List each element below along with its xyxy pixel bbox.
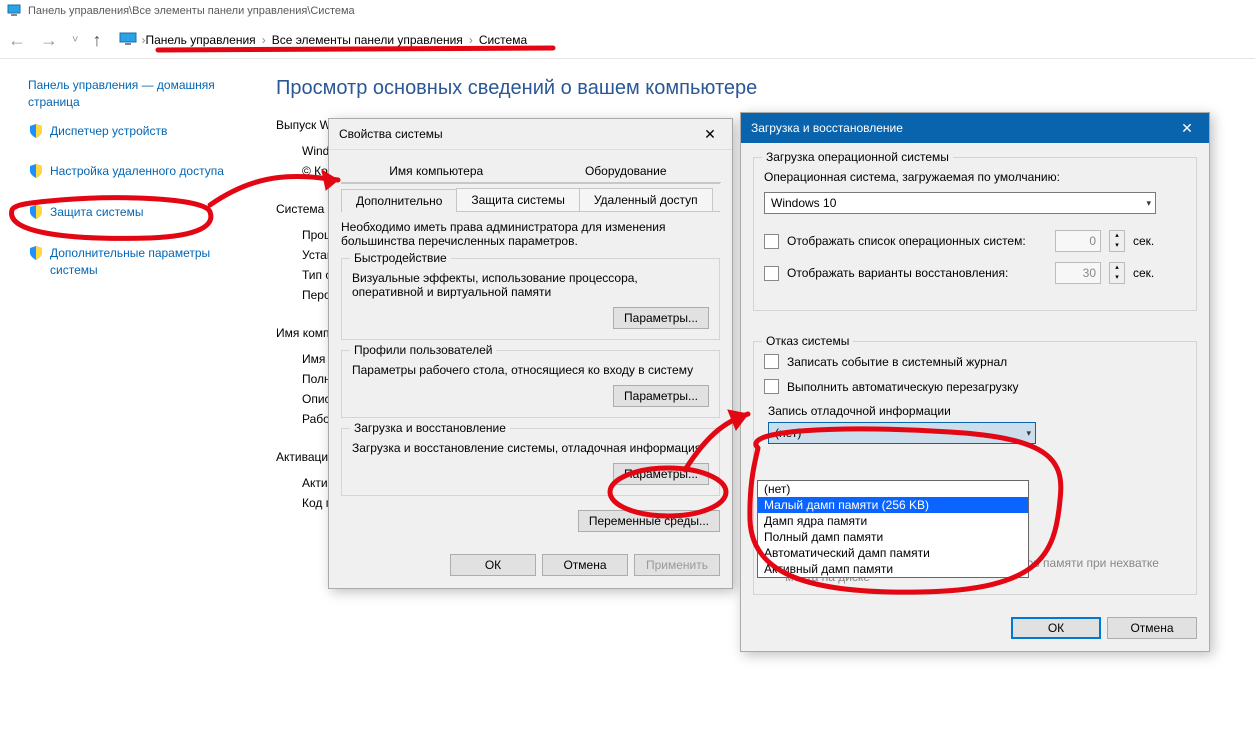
admin-note: Необходимо иметь права администратора дл… [341,220,720,248]
sidebar-item-label[interactable]: Дополнительные параметры системы [50,245,238,279]
cancel-button[interactable]: Отмена [1107,617,1197,639]
dump-option[interactable]: Полный дамп памяти [758,529,1028,545]
shield-icon [28,245,44,261]
dialog-titlebar[interactable]: Загрузка и восстановление ✕ [741,113,1209,143]
apply-button: Применить [634,554,720,576]
shield-icon [28,163,44,179]
dump-option-selected[interactable]: Малый дамп памяти (256 KB) [758,497,1028,513]
profiles-settings-button[interactable]: Параметры... [613,385,709,407]
close-icon[interactable]: ✕ [1165,113,1209,143]
crumb-sep-1: › [262,33,266,47]
dump-select-value: (нет) [775,426,801,440]
checkbox-show-os-list[interactable] [764,234,779,249]
startup-settings-button[interactable]: Параметры... [613,463,709,485]
sidebar-item-remote[interactable]: Настройка удаленного доступа [28,163,238,192]
log-event-label: Записать событие в системный журнал [787,355,1007,369]
default-os-select[interactable]: Windows 10 ▾ [764,192,1156,214]
dialog-title: Загрузка и восстановление [751,121,903,135]
shield-icon [28,123,44,139]
sidebar-item-device-manager[interactable]: Диспетчер устройств [28,123,238,152]
tab-computer-name[interactable]: Имя компьютера [341,160,532,183]
show-recovery-label: Отображать варианты восстановления: [787,266,1047,280]
window-title-text: Панель управления\Все элементы панели уп… [28,5,355,17]
checkbox-log-event[interactable] [764,354,779,369]
group-legend: Отказ системы [762,334,853,348]
chevron-down-icon: ▾ [1146,198,1151,209]
crumb-all-items[interactable]: Все элементы панели управления [272,33,463,47]
auto-restart-label: Выполнить автоматическую перезагрузку [787,380,1019,394]
startup-desc: Загрузка и восстановление системы, отлад… [352,441,709,455]
sidebar-item-label[interactable]: Диспетчер устройств [50,123,167,140]
tab-hardware[interactable]: Оборудование [531,160,722,183]
nav-up-icon[interactable]: ↑ [92,30,101,51]
default-os-value: Windows 10 [771,196,836,210]
cancel-button[interactable]: Отмена [542,554,628,576]
sidebar-item-advanced[interactable]: Дополнительные параметры системы [28,245,238,291]
dialog-title: Свойства системы [339,127,443,141]
checkbox-show-recovery[interactable] [764,266,779,281]
recovery-spinner[interactable]: ▴▾ [1109,262,1125,284]
group-profiles: Профили пользователей Параметры рабочего… [341,350,720,418]
page-title: Просмотр основных сведений о вашем компь… [276,77,1235,100]
checkbox-auto-restart[interactable] [764,379,779,394]
group-legend: Загрузка и восстановление [350,421,510,435]
group-legend: Загрузка операционной системы [762,150,953,164]
dump-select[interactable]: (нет) ▾ [768,422,1036,444]
sec-unit: сек. [1133,234,1154,248]
dump-option[interactable]: Дамп ядра памяти [758,513,1028,529]
group-startup-recovery: Загрузка и восстановление Загрузка и вос… [341,428,720,496]
window-title-bar: Панель управления\Все элементы панели уп… [0,0,1255,22]
group-legend: Быстродействие [350,251,451,265]
crumb-control-panel[interactable]: Панель управления [145,33,255,47]
sec-unit: сек. [1133,266,1154,280]
sidebar-item-protection[interactable]: Защита системы [28,204,238,233]
nav-bar: ← → ˅ ↑ › Панель управления › Все элемен… [0,22,1255,59]
perf-settings-button[interactable]: Параметры... [613,307,709,329]
monitor-icon [6,3,22,19]
perf-desc: Визуальные эффекты, использование процес… [352,271,709,299]
tab-remote[interactable]: Удаленный доступ [579,188,713,211]
close-icon[interactable]: ✕ [688,119,732,149]
dump-option[interactable]: Активный дамп памяти [758,561,1028,577]
nav-arrows: ← → ˅ ↑ [8,30,111,51]
dump-option[interactable]: (нет) [758,481,1028,497]
sidebar: Панель управления — домашняя страница Ди… [0,59,252,516]
shield-icon [28,204,44,220]
crumb-system[interactable]: Система [479,33,527,47]
dump-dropdown-list[interactable]: (нет) Малый дамп памяти (256 KB) Дамп яд… [757,480,1029,578]
breadcrumb: Панель управления › Все элементы панели … [145,33,527,47]
ok-button[interactable]: ОК [1011,617,1101,639]
nav-back-icon[interactable]: ← [8,30,26,51]
group-os-startup: Загрузка операционной системы Операционн… [753,157,1197,311]
tab-advanced[interactable]: Дополнительно [341,189,457,212]
sidebar-item-label[interactable]: Настройка удаленного доступа [50,163,224,180]
show-os-list-label: Отображать список операционных систем: [787,234,1047,248]
os-list-spinner[interactable]: ▴▾ [1109,230,1125,252]
profiles-desc: Параметры рабочего стола, относящиеся ко… [352,363,709,377]
nav-recent-icon[interactable]: ˅ [72,34,78,46]
ok-button[interactable]: ОК [450,554,536,576]
tab-strip-row1: Имя компьютера Оборудование [341,160,720,184]
dialog-titlebar[interactable]: Свойства системы ✕ [329,119,732,150]
sidebar-home[interactable]: Панель управления — домашняя страница [28,77,238,111]
address-monitor-icon [119,32,137,49]
group-performance: Быстродействие Визуальные эффекты, испол… [341,258,720,340]
crumb-sep-2: › [469,33,473,47]
tab-strip-row2: Дополнительно Защита системы Удаленный д… [341,188,720,212]
sidebar-item-label[interactable]: Защита системы [50,204,143,221]
group-legend: Профили пользователей [350,343,496,357]
chevron-down-icon: ▾ [1026,428,1031,439]
env-vars-button[interactable]: Переменные среды... [578,510,720,532]
dump-option[interactable]: Автоматический дамп памяти [758,545,1028,561]
dialog-system-properties: Свойства системы ✕ Имя компьютера Оборуд… [328,118,733,589]
os-list-seconds[interactable]: 0 [1055,230,1101,252]
nav-forward-icon[interactable]: → [40,30,58,51]
default-os-label: Операционная система, загружаемая по умо… [764,170,1186,184]
dump-info-label: Запись отладочной информации [768,404,1186,418]
recovery-seconds[interactable]: 30 [1055,262,1101,284]
tab-protection[interactable]: Защита системы [456,188,579,211]
